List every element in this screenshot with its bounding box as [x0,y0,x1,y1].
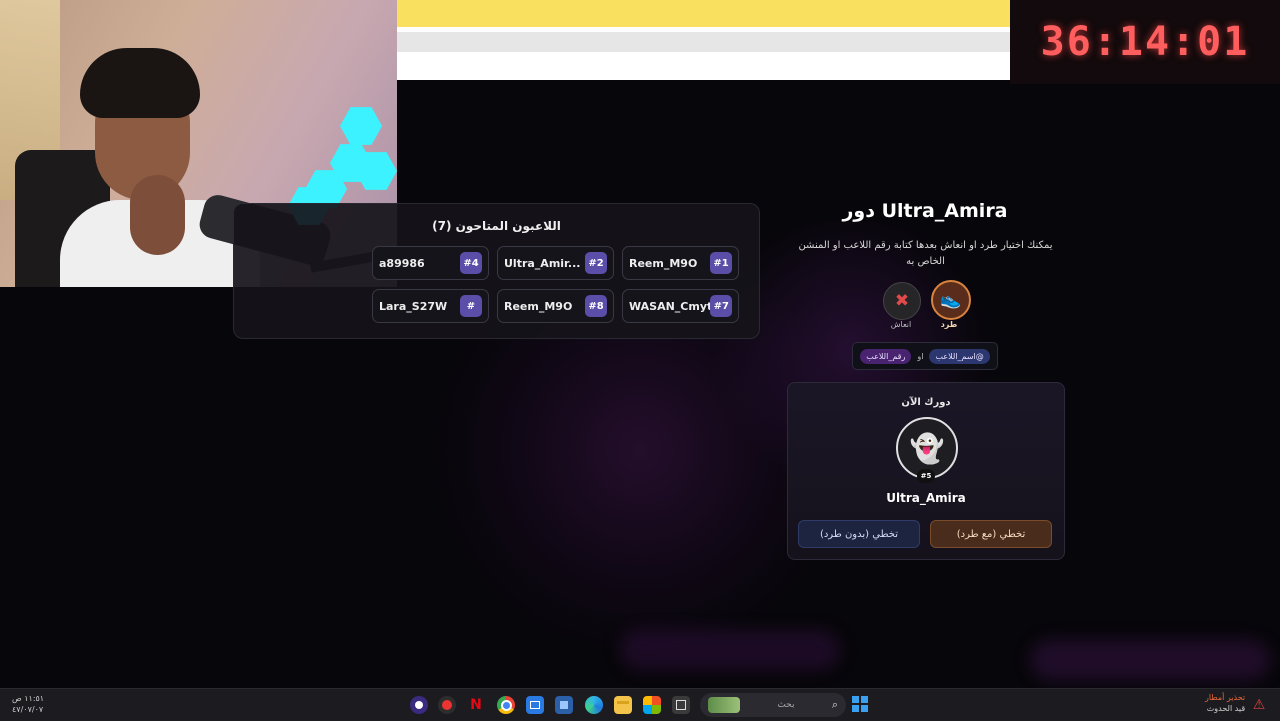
taskbar: ١١:٥١ ص ٤٧/٠٧/٠٧ N بحث ⌕ تحذير أمطار قيد… [0,688,1280,721]
windows-start-icon[interactable] [852,696,868,712]
kick-label: طرد [940,320,958,329]
revive-label: انعاش [890,320,912,329]
webcam-person-hair [80,48,200,118]
kick-action-button[interactable]: 👟 [931,280,971,320]
outlook-icon[interactable] [526,696,544,714]
available-players-panel: اللاعبون المتاحون (7) Reem_M9O #1 Ultra_… [233,203,760,339]
avatar-number-badge: #5 [917,469,935,483]
taskbar-clock[interactable]: ١١:٥١ ص ٤٧/٠٧/٠٧ [12,693,44,715]
background-glow-bottom-right [1030,640,1270,680]
folder-icon[interactable] [614,696,632,714]
your-turn-title: دورك الآن [901,397,951,408]
stream-timer: 36:14:01 [1010,0,1280,84]
chrome-icon[interactable] [497,696,515,714]
clock-date: ٤٧/٠٧/٠٧ [12,705,44,714]
webcam-person-hand [130,175,185,255]
player-number: # [460,295,482,317]
browser-banner [397,0,1010,27]
mention-hint: @اسم_اللاعب او رقم_اللاعب [852,342,998,370]
browser-window-strip [397,0,1010,80]
player-chip[interactable]: Reem_M9O #8 [497,289,614,323]
browser-toolbar [397,32,1010,52]
player-number: #1 [710,252,732,274]
players-panel-title: اللاعبون المتاحون (7) [432,219,561,233]
weather-subtitle: قيد الحدوث [1206,704,1246,713]
netflix-icon[interactable]: N [467,696,485,714]
revive-syringe-icon: ✖ [894,291,910,311]
player-number: #2 [585,252,607,274]
weather-widget[interactable]: تحذير أمطار قيد الحدوث [1205,692,1245,714]
player-number: #8 [585,295,607,317]
settings-icon[interactable] [555,696,573,714]
mention-name-pill: @اسم_اللاعب [929,348,990,364]
player-chip[interactable]: Ultra_Amir... #2 [497,246,614,280]
player-name: Ultra_Amir... [504,256,581,270]
player-name: a89986 [379,256,425,270]
turn-title: دور Ultra_Amira [842,200,1008,222]
player-chip[interactable]: Reem_M9O #1 [622,246,739,280]
clock-time: ١١:٥١ ص [12,694,45,703]
edge-icon[interactable] [585,696,603,714]
obs-icon[interactable] [410,696,428,714]
player-chip[interactable]: a89986 #4 [372,246,489,280]
taskbar-search[interactable]: بحث ⌕ [700,693,846,717]
player-chip[interactable]: WASAN_Cmyt #7 [622,289,739,323]
store-icon[interactable] [643,696,661,714]
ghost-avatar-icon: 👻 [909,431,945,465]
player-name: WASAN_Cmyt [629,299,711,313]
search-placeholder: بحث [777,700,795,710]
player-name: Lara_S27W [379,299,448,313]
search-highlight-image [708,697,740,713]
current-player-name: Ultra_Amira [886,491,966,505]
player-chip[interactable]: Lara_S27W # [372,289,489,323]
revive-action-button[interactable]: ✖ [883,282,921,320]
player-number: #7 [710,295,732,317]
mention-number-pill: رقم_اللاعب [860,348,912,364]
turn-description: يمكنك اختيار طرد او انعاش بعدها كتابة رق… [798,240,1053,267]
player-name: Reem_M9O [504,299,573,313]
kick-shoe-icon: 👟 [940,290,962,310]
skip-with-kick-button[interactable]: تخطي (مع طرد) [930,520,1052,548]
player-name: Reem_M9O [629,256,698,270]
your-turn-panel: دورك الآن 👻 #5 Ultra_Amira تخطي (مع طرد)… [787,382,1065,560]
background-glow-bottom [620,630,840,670]
player-number: #4 [460,252,482,274]
app-icon[interactable] [438,696,456,714]
or-text: او [917,351,924,361]
nanoleaf-light-1 [340,107,382,145]
search-icon: ⌕ [831,698,838,711]
warning-icon: ⚠ [1252,697,1266,713]
weather-title: تحذير أمطار [1205,693,1246,702]
skip-without-kick-button[interactable]: تخطي (بدون طرد) [798,520,920,548]
explorer-icon[interactable] [672,696,690,714]
